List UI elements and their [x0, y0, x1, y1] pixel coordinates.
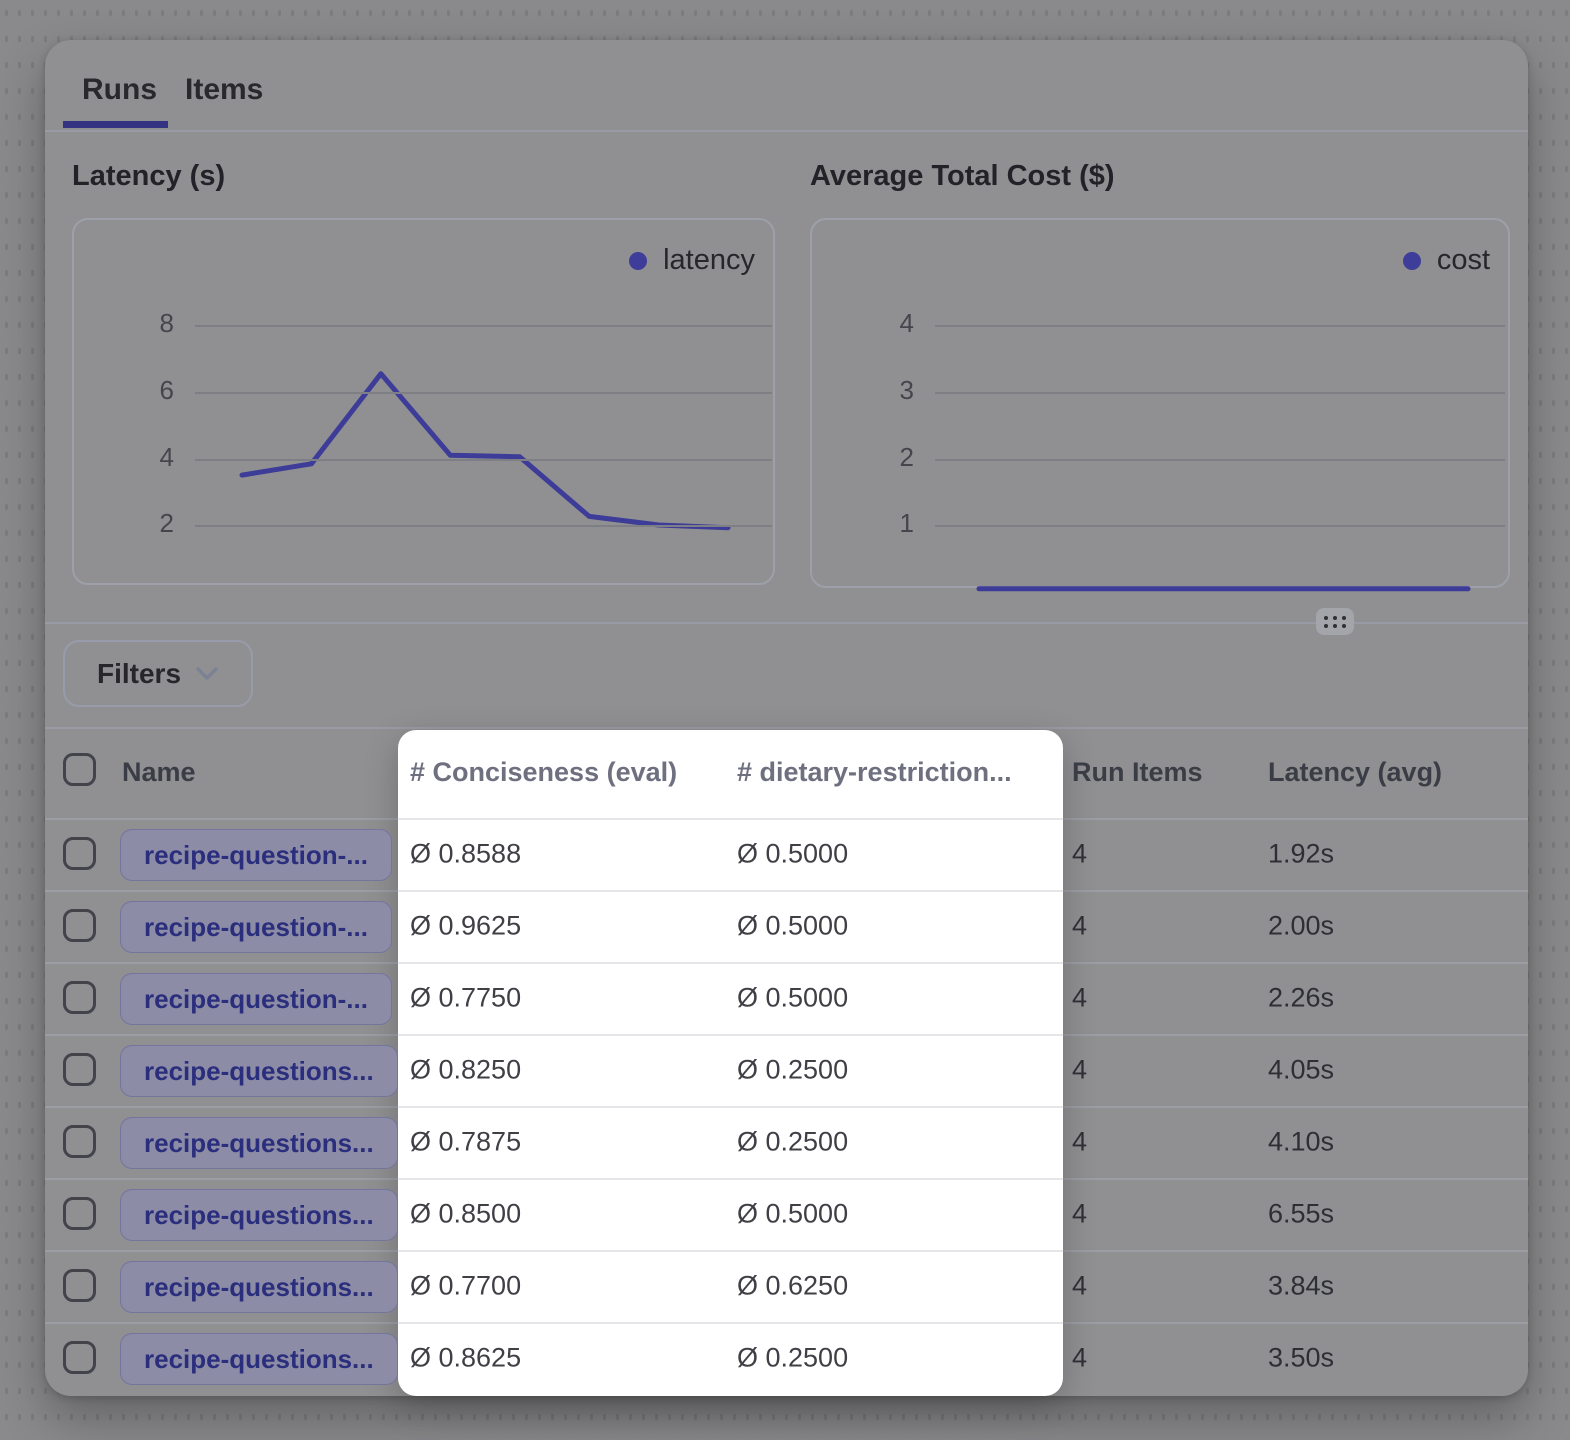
table-row[interactable]: recipe-questions... Ø 0.8250 Ø 0.2500 4 4.05… — [45, 1034, 1528, 1106]
run-name-badge[interactable]: recipe-question-... — [120, 829, 392, 881]
cell-run-items: 4 — [1072, 1199, 1087, 1230]
cell-latency-avg: 6.55s — [1268, 1199, 1334, 1230]
cell-conciseness: Ø 0.8500 — [410, 1199, 521, 1230]
cell-conciseness: Ø 0.8625 — [410, 1343, 521, 1374]
cell-run-items: 4 — [1072, 911, 1087, 942]
run-name-badge[interactable]: recipe-questions... — [120, 1261, 398, 1313]
cell-run-items: 4 — [1072, 1343, 1087, 1374]
latency-chart-title: Latency (s) — [72, 160, 225, 193]
gridline — [935, 392, 1505, 394]
run-name-badge[interactable]: recipe-question-... — [120, 901, 392, 953]
cell-dietary-restriction: Ø 0.5000 — [737, 839, 848, 870]
cell-latency-avg: 4.05s — [1268, 1055, 1334, 1086]
column-header-latency-avg: Latency (avg) — [1268, 754, 1442, 790]
cell-dietary-restriction: Ø 0.5000 — [737, 911, 848, 942]
y-axis-tick-label: 4 — [812, 308, 914, 339]
cell-dietary-restriction: Ø 0.5000 — [737, 983, 848, 1014]
cell-conciseness: Ø 0.7700 — [410, 1271, 521, 1302]
gridline — [935, 459, 1505, 461]
run-name-badge[interactable]: recipe-question-... — [120, 973, 392, 1025]
y-axis-tick-label: 2 — [74, 508, 174, 539]
table-row[interactable]: recipe-question-... Ø 0.7750 Ø 0.5000 4 2.26… — [45, 962, 1528, 1034]
latency-line-series — [72, 218, 775, 589]
table-row[interactable]: recipe-questions... Ø 0.8500 Ø 0.5000 4 6.55… — [45, 1178, 1528, 1250]
y-axis-tick-label: 3 — [812, 375, 914, 406]
cell-latency-avg: 2.00s — [1268, 911, 1334, 942]
cost-chart-title: Average Total Cost ($) — [810, 160, 1115, 193]
filters-button[interactable]: Filters — [63, 640, 253, 707]
gridline — [935, 525, 1505, 527]
run-name-badge[interactable]: recipe-questions... — [120, 1333, 398, 1385]
y-axis-tick-label: 2 — [812, 442, 914, 473]
row-checkbox[interactable] — [63, 981, 96, 1014]
row-checkbox[interactable] — [63, 1125, 96, 1158]
y-axis-tick-label: 8 — [74, 308, 174, 339]
cell-run-items: 4 — [1072, 839, 1087, 870]
runs-panel: Runs Items Latency (s) Average Total Cos… — [45, 40, 1528, 1396]
cell-dietary-restriction: Ø 0.2500 — [737, 1055, 848, 1086]
select-all-checkbox[interactable] — [63, 753, 96, 786]
cell-dietary-restriction: Ø 0.5000 — [737, 1199, 848, 1230]
cell-latency-avg: 2.26s — [1268, 983, 1334, 1014]
column-header-dietary-restriction: # dietary-restriction... — [737, 754, 1012, 790]
filters-section-divider — [45, 727, 1528, 729]
table-row[interactable]: recipe-question-... Ø 0.8588 Ø 0.5000 4 1.92… — [45, 818, 1528, 890]
row-checkbox[interactable] — [63, 1053, 96, 1086]
cell-latency-avg: 3.50s — [1268, 1343, 1334, 1374]
latency-chart: latency 8642 — [72, 218, 775, 585]
column-header-name: Name — [122, 754, 196, 790]
cell-conciseness: Ø 0.7875 — [410, 1127, 521, 1158]
filters-button-label: Filters — [97, 658, 181, 690]
tab-runs[interactable]: Runs — [82, 73, 157, 107]
active-tab-underline — [63, 121, 168, 128]
cell-run-items: 4 — [1072, 1271, 1087, 1302]
table-row[interactable]: recipe-question-... Ø 0.9625 Ø 0.5000 4 2.00… — [45, 890, 1528, 962]
run-name-badge[interactable]: recipe-questions... — [120, 1117, 398, 1169]
cost-chart: cost 4321 — [810, 218, 1510, 588]
cell-conciseness: Ø 0.9625 — [410, 911, 521, 942]
cell-conciseness: Ø 0.8588 — [410, 839, 521, 870]
cell-run-items: 4 — [1072, 1055, 1087, 1086]
cell-latency-avg: 3.84s — [1268, 1271, 1334, 1302]
y-axis-tick-label: 1 — [812, 508, 914, 539]
cost-line-series — [810, 218, 1510, 594]
run-name-badge[interactable]: recipe-questions... — [120, 1189, 398, 1241]
row-checkbox[interactable] — [63, 1197, 96, 1230]
row-checkbox[interactable] — [63, 837, 96, 870]
row-checkbox[interactable] — [63, 1269, 96, 1302]
table-row[interactable]: recipe-questions... Ø 0.7700 Ø 0.6250 4 3.84… — [45, 1250, 1528, 1322]
cell-run-items: 4 — [1072, 983, 1087, 1014]
cell-dietary-restriction: Ø 0.6250 — [737, 1271, 848, 1302]
column-header-run-items: Run Items — [1072, 754, 1203, 790]
resize-drag-handle[interactable] — [1316, 608, 1354, 635]
table-row[interactable]: recipe-questions... Ø 0.8625 Ø 0.2500 4 3.50… — [45, 1322, 1528, 1394]
grip-dots-icon — [1324, 616, 1346, 628]
gridline — [195, 392, 772, 394]
gridline — [195, 525, 772, 527]
cell-conciseness: Ø 0.7750 — [410, 983, 521, 1014]
charts-section-divider — [45, 622, 1528, 624]
run-name-badge[interactable]: recipe-questions... — [120, 1045, 398, 1097]
y-axis-tick-label: 6 — [74, 375, 174, 406]
dimmed-screenshot-stage: Runs Items Latency (s) Average Total Cos… — [0, 0, 1570, 1440]
cell-dietary-restriction: Ø 0.2500 — [737, 1343, 848, 1374]
y-axis-tick-label: 4 — [74, 442, 174, 473]
cell-run-items: 4 — [1072, 1127, 1087, 1158]
gridline — [195, 325, 772, 327]
chevron-down-icon — [195, 666, 219, 681]
cell-latency-avg: 1.92s — [1268, 839, 1334, 870]
gridline — [935, 325, 1505, 327]
cell-latency-avg: 4.10s — [1268, 1127, 1334, 1158]
row-checkbox[interactable] — [63, 1341, 96, 1374]
table-row[interactable]: recipe-questions... Ø 0.7875 Ø 0.2500 4 4.10… — [45, 1106, 1528, 1178]
tab-items[interactable]: Items — [185, 73, 263, 107]
cell-dietary-restriction: Ø 0.2500 — [737, 1127, 848, 1158]
row-checkbox[interactable] — [63, 909, 96, 942]
tabs-divider — [45, 130, 1528, 132]
gridline — [195, 459, 772, 461]
cell-conciseness: Ø 0.8250 — [410, 1055, 521, 1086]
column-header-conciseness: # Conciseness (eval) — [410, 754, 677, 790]
